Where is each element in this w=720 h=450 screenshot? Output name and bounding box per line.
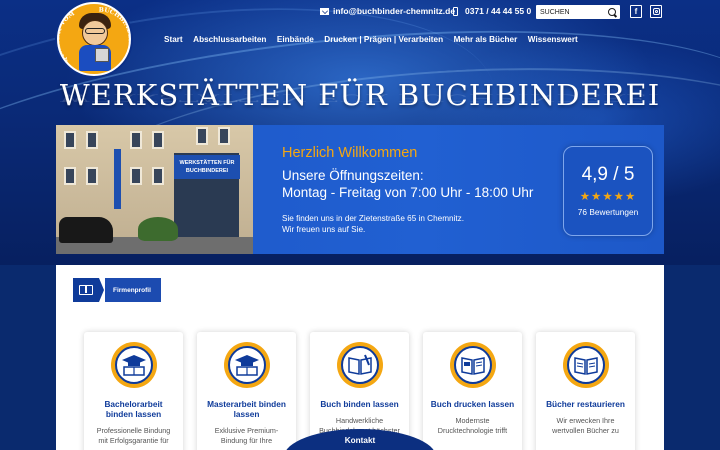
photo-shop-sign: WERKSTÄTTEN FÜR BUCHBINDEREI xyxy=(174,155,240,179)
open-book-icon xyxy=(336,342,383,388)
main-nav: Start Abschlussarbeiten Einbände Drucken… xyxy=(164,35,588,44)
rating-stars-icon: ★★★★★ xyxy=(579,191,637,203)
photo-tree xyxy=(138,217,178,241)
address-line: Sie finden uns in der Zietenstraße 65 in… xyxy=(282,214,465,223)
opening-hours-value: Montag - Freitag von 7:00 Uhr - 18:00 Uh… xyxy=(282,185,534,200)
service-card-bachelorarbeit[interactable]: Bachelorarbeit binden lassen Professione… xyxy=(84,332,183,450)
instagram-link[interactable] xyxy=(650,5,662,18)
photo-window xyxy=(86,167,98,185)
svg-text:BUCHBINDER: BUCHBINDER xyxy=(99,6,129,45)
graduation-book-icon xyxy=(223,342,270,388)
breadcrumb-item-firmenprofil[interactable]: Firmenprofil xyxy=(105,278,161,302)
hero-title-reflection: WERKSTÄTTEN FÜR BUCHBINDEREI xyxy=(59,92,661,104)
logo-text-left: QUALITÄT VOM xyxy=(59,10,76,64)
instagram-icon xyxy=(652,8,660,15)
photo-window xyxy=(152,131,164,149)
card-text: Modernste Drucktechnologie trifft xyxy=(437,416,508,435)
photo-window xyxy=(196,127,208,145)
email-link[interactable]: info@buchbinder-chemnitz.de xyxy=(320,6,455,16)
photo-window xyxy=(64,167,76,185)
welcome-panel: WERKSTÄTTEN FÜR BUCHBINDEREI Herzlich Wi… xyxy=(56,125,664,254)
service-card-buch-drucken[interactable]: Buch drucken lassen Modernste Drucktechn… xyxy=(423,332,522,450)
logo-text-right: BUCHBINDER xyxy=(99,6,129,45)
card-text: Professionelle Bindung mit Erfolgsgarant… xyxy=(96,426,171,445)
nav-item-einbaende[interactable]: Einbände xyxy=(277,35,314,44)
nav-item-drucken[interactable]: Drucken | Prägen | Verarbeiten xyxy=(324,35,443,44)
icon-inner xyxy=(114,346,153,384)
email-text: info@buchbinder-chemnitz.de xyxy=(333,6,456,16)
nav-item-mehr-als-buecher[interactable]: Mehr als Bücher xyxy=(454,35,518,44)
opening-hours-label: Unsere Öffnungszeiten: xyxy=(282,168,424,183)
open-book-icon xyxy=(347,354,372,375)
card-title: Bücher restaurieren xyxy=(546,399,625,409)
photo-window xyxy=(130,131,142,149)
address-text: Sie finden uns in der Zietenstraße 65 in… xyxy=(282,213,533,235)
printed-book-icon xyxy=(449,342,496,388)
card-title: Masterarbeit binden lassen xyxy=(207,399,286,419)
photo-window xyxy=(218,127,230,145)
phone-link[interactable]: 0371 / 44 44 55 0 xyxy=(453,6,531,16)
card-title: Buch binden lassen xyxy=(320,399,399,409)
facebook-icon: f xyxy=(634,7,638,16)
rating-badge[interactable]: 4,9 / 5 ★★★★★ 76 Bewertungen xyxy=(563,146,653,236)
nav-item-start[interactable]: Start xyxy=(164,35,183,44)
icon-inner xyxy=(453,346,492,384)
breadcrumb-separator xyxy=(99,278,104,302)
search-icon[interactable] xyxy=(608,8,616,16)
service-card-masterarbeit[interactable]: Masterarbeit binden lassen Exklusive Pre… xyxy=(197,332,296,450)
photo-window xyxy=(130,167,142,185)
icon-inner xyxy=(340,346,379,384)
phone-text: 0371 / 44 44 55 0 xyxy=(465,6,532,16)
nav-item-abschlussarbeiten[interactable]: Abschlussarbeiten xyxy=(193,35,266,44)
card-title: Bachelorarbeit binden lassen xyxy=(104,399,163,419)
photo-window xyxy=(86,131,98,149)
icon-inner xyxy=(566,346,605,384)
mail-icon xyxy=(320,7,329,15)
restore-book-icon xyxy=(573,357,598,375)
facebook-link[interactable]: f xyxy=(630,5,642,18)
icon-inner xyxy=(227,346,266,384)
storefront-photo: WERKSTÄTTEN FÜR BUCHBINDEREI xyxy=(56,125,253,254)
photo-vertical-sign xyxy=(114,149,121,209)
rating-count: 76 Bewertungen xyxy=(577,207,639,217)
graduation-book-icon xyxy=(110,342,157,388)
logo-ring-text: QUALITÄT VOM BUCHBINDER xyxy=(59,6,129,64)
restore-book-icon xyxy=(562,342,609,388)
rating-score: 4,9 / 5 xyxy=(581,164,635,185)
photo-window xyxy=(64,131,76,149)
breadcrumb: Firmenprofil xyxy=(73,278,161,302)
main-content: Firmenprofil Bachelorarbeit binden lasse… xyxy=(56,265,664,450)
card-text: Wir erwecken Ihre wertvollen Bücher zu xyxy=(552,416,619,435)
printed-book-icon xyxy=(460,357,485,375)
graduation-cap-icon xyxy=(234,355,259,376)
nav-item-wissenswert[interactable]: Wissenswert xyxy=(528,35,578,44)
book-icon xyxy=(79,285,93,295)
site-logo[interactable]: QUALITÄT VOM BUCHBINDER xyxy=(57,2,131,76)
photo-window xyxy=(152,167,164,185)
search-input[interactable] xyxy=(536,6,606,18)
service-card-restaurieren[interactable]: Bücher restaurieren Wir erwecken Ihre we… xyxy=(536,332,635,450)
svg-text:QUALITÄT VOM: QUALITÄT VOM xyxy=(59,10,76,64)
card-title: Buch drucken lassen xyxy=(430,399,515,409)
address-greeting: Wir freuen uns auf Sie. xyxy=(282,225,366,234)
graduation-cap-icon xyxy=(121,355,146,376)
search-box xyxy=(536,5,620,19)
welcome-text: Herzlich Willkommen Unsere Öffnungszeite… xyxy=(282,145,533,235)
phone-icon xyxy=(453,6,458,16)
card-text: Exklusive Premium-Bindung für Ihre xyxy=(214,426,279,445)
welcome-heading: Herzlich Willkommen xyxy=(282,145,418,161)
photo-car xyxy=(59,217,113,243)
breadcrumb-home[interactable] xyxy=(73,278,99,302)
